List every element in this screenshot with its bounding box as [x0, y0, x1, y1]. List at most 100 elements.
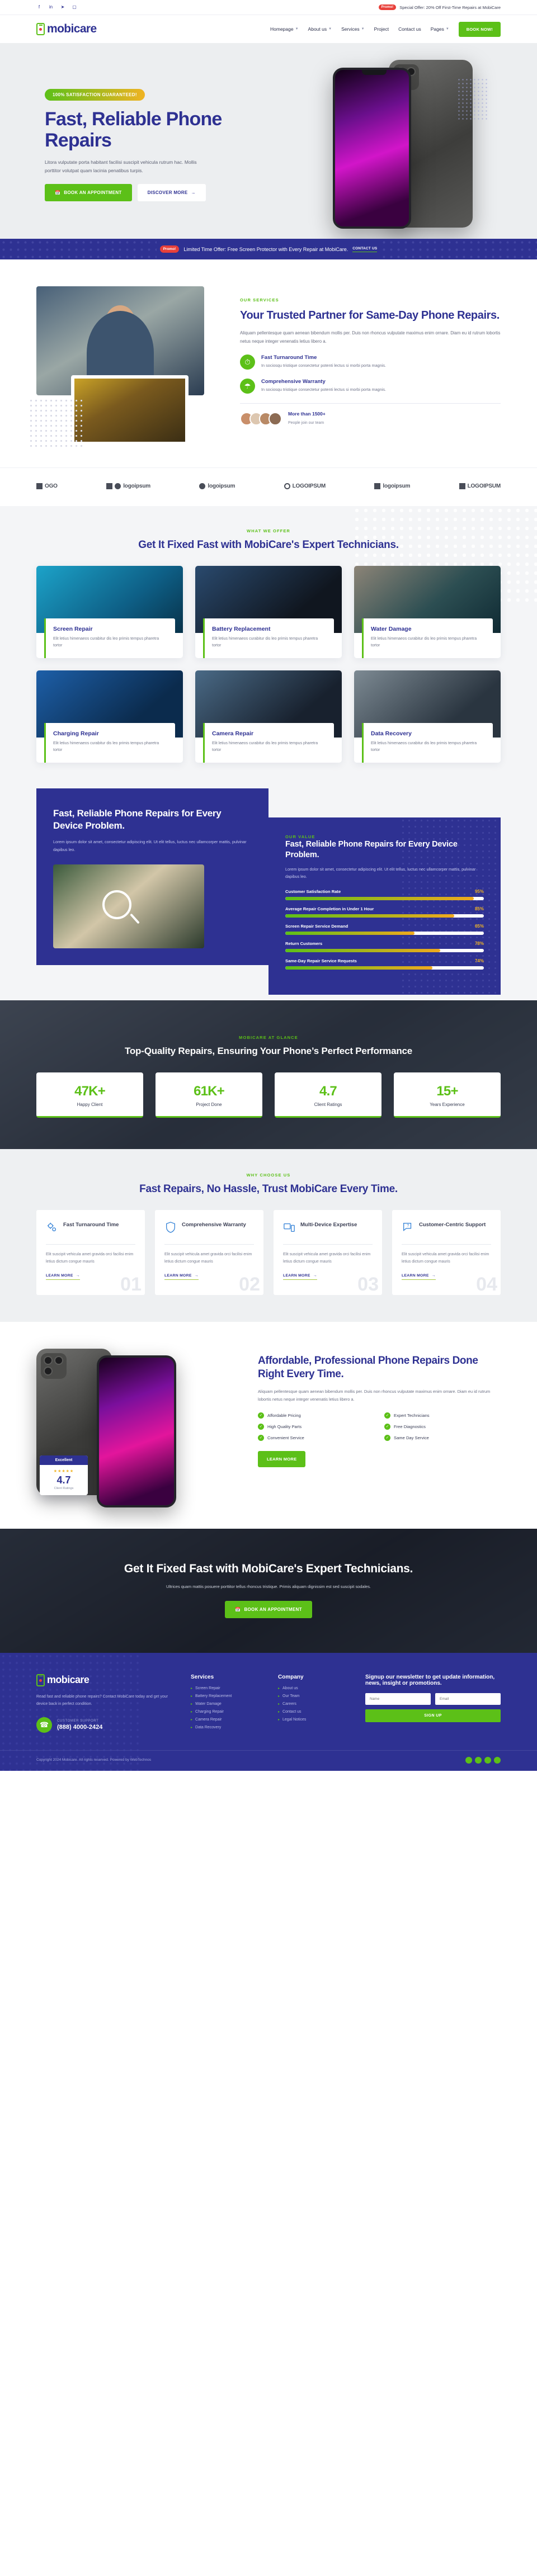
affordable-visual: Excellent ★★★★★ 4.7 Client Ratings [36, 1346, 238, 1507]
about-copy: OUR SERVICES Your Trusted Partner for Sa… [240, 286, 501, 427]
discover-more-button[interactable]: DISCOVER MORE → [137, 183, 206, 201]
decorative-dots [29, 398, 82, 448]
arrow-right-icon: → [191, 190, 196, 195]
twitter-icon[interactable]: ➤ [60, 5, 65, 10]
value-left-panel: Fast, Reliable Phone Repairs for Every D… [36, 788, 268, 966]
learn-more-link[interactable]: LEARN MORE → [283, 1274, 317, 1280]
newsletter-email-input[interactable] [435, 1693, 501, 1705]
rating-value: 4.7 [56, 1474, 71, 1486]
linkedin-icon[interactable] [475, 1756, 482, 1764]
why-title: Fast Repairs, No Hassle, Trust MobiCare … [139, 1183, 398, 1195]
linkedin-icon[interactable]: in [48, 5, 54, 10]
service-card-water-damage[interactable]: Water Damage Elit letius himenaeos curabi… [354, 565, 501, 658]
bar-percent: 74% [474, 958, 484, 964]
newsletter-signup-button[interactable]: SIGN UP [365, 1709, 501, 1722]
footer-brand-column: mobicare Read fast and reliable phone re… [36, 1674, 176, 1733]
footer-logo[interactable]: mobicare [36, 1674, 176, 1686]
nav-label: Contact us [398, 26, 421, 32]
avatar [268, 412, 282, 426]
book-appointment-button[interactable]: 📅 BOOK AN APPOINTMENT [45, 183, 132, 201]
service-text: Elit letius himenaeos curabitur dis leo … [212, 636, 318, 648]
newsletter-name-input[interactable] [365, 1693, 431, 1705]
logo-brand-5: logoipsum [374, 483, 410, 489]
stat-number: 47K+ [74, 1084, 106, 1099]
footer-link-about-us[interactable]: ▸ About us [278, 1686, 351, 1690]
twitter-icon[interactable] [484, 1756, 491, 1764]
footer-link-legal-notices[interactable]: ▸ Legal Notices [278, 1718, 351, 1722]
footer-social-dots [465, 1756, 501, 1764]
why-card-comprehensive-warranty[interactable]: 02 Comprehensive Warranty Elit suscipit … [155, 1209, 263, 1295]
service-card-battery-replacement[interactable]: Battery Replacement Elit letius himenaeos… [195, 565, 342, 658]
affordable-text: Aliquam pellentesque quam aenean bibendu… [258, 1388, 491, 1402]
footer-services-title: Services [191, 1674, 214, 1680]
footer-bottom: Copyright 2024 Mobicare. All rights rese… [0, 1750, 537, 1771]
why-card-multi-device-expertise[interactable]: 03 Multi-Device Expertise Elit suscipit … [274, 1209, 382, 1295]
footer-link-water-damage[interactable]: ▸ Water Damage [191, 1702, 263, 1706]
feature-title: Fast Turnaround Time [261, 355, 317, 361]
promo-contact-us-link[interactable]: CONTACT US [352, 247, 378, 252]
logo-brand-6: LOGOIPSUM [459, 483, 501, 489]
support-phone[interactable]: (888) 4000-2424 [57, 1724, 102, 1731]
book-now-button[interactable]: BOOK NOW! [458, 21, 501, 37]
services-eyebrow: WHAT WE OFFER [247, 528, 290, 533]
learn-more-link[interactable]: LEARN MORE → [164, 1274, 199, 1280]
footer-link-battery-replacement[interactable]: ▸ Battery Replacement [191, 1694, 263, 1698]
service-card-screen-repair[interactable]: Screen Repair Elit letius himenaeos curab… [36, 565, 183, 658]
instagram-icon[interactable] [494, 1756, 501, 1764]
service-card-data-recovery[interactable]: Data Recovery Elit letius himenaeos curab… [354, 670, 501, 763]
service-title: Battery Replacement [212, 625, 271, 632]
bar-percent: 65% [474, 924, 484, 929]
instagram-icon[interactable]: ▢ [72, 5, 77, 10]
chevron-down-icon: ▼ [445, 27, 449, 31]
footer-link-screen-repair[interactable]: ▸ Screen Repair [191, 1686, 263, 1690]
stat-years-experience: 15+ Years Experience [394, 1072, 501, 1118]
checklist-item: ✓ Affordable Pricing [258, 1412, 374, 1419]
stat-project-done: 61K+ Project Done [156, 1072, 262, 1118]
stat-happy-client: 47K+ Happy Client [36, 1072, 143, 1118]
value-photo [53, 864, 204, 949]
nav-item-homepage[interactable]: Homepage ▼ [270, 26, 299, 32]
rating-excellent-label: Excellent [40, 1455, 88, 1465]
footer-link-charging-repair[interactable]: ▸ Charging Repair [191, 1710, 263, 1714]
bullet-icon: ▸ [191, 1726, 193, 1729]
checklist-item: ✓ High Quality Parts [258, 1423, 374, 1430]
footer-link-careers[interactable]: ▸ Careers [278, 1702, 351, 1706]
learn-more-link[interactable]: LEARN MORE → [46, 1274, 80, 1280]
footer-link-camera-repair[interactable]: ▸ Camera Repair [191, 1718, 263, 1722]
value-right-title: Fast, Reliable Phone Repairs for Every D… [285, 840, 458, 859]
facebook-icon[interactable] [465, 1756, 472, 1764]
learn-more-button[interactable]: LEARN MORE [258, 1450, 306, 1467]
why-card-fast-turnaround[interactable]: 01 Fast Turnaround Time Elit suscipit ve… [36, 1209, 145, 1295]
nav-label: About us [308, 26, 327, 32]
service-card-charging-repair[interactable]: Charging Repair Elit letius himenaeos cur… [36, 670, 183, 763]
services-heading: WHAT WE OFFER Get It Fixed Fast with Mob… [0, 528, 537, 552]
facebook-icon[interactable]: f [36, 5, 42, 10]
why-card-customer-centric-support[interactable]: 04 ? Customer-Centric Support Elit susci… [392, 1209, 501, 1295]
why-eyebrow: WHY CHOOSE US [246, 1173, 291, 1178]
service-card-camera-repair[interactable]: Camera Repair Elit letius himenaeos curab… [195, 670, 342, 763]
stat-label: Project Done [196, 1102, 222, 1108]
footer-link-contact-us[interactable]: ▸ Contact us [278, 1710, 351, 1714]
chevron-down-icon: ▼ [295, 27, 299, 31]
nav-item-about-us[interactable]: About us ▼ [308, 26, 332, 32]
nav-item-contact-us[interactable]: Contact us [398, 26, 421, 32]
support-chat-icon: ? [402, 1221, 414, 1236]
footer-logo-text: mobicare [47, 1674, 90, 1686]
footer-link-our-team[interactable]: ▸ Our Team [278, 1694, 351, 1698]
card-number: 04 [476, 1273, 497, 1295]
check-icon: ✓ [258, 1434, 264, 1441]
stats-row: 47K+ Happy Client 61K+ Project Done 4.7 Cli… [36, 1072, 501, 1118]
nav-item-services[interactable]: Services ▼ [341, 26, 365, 32]
why-card-title: Comprehensive Warranty [182, 1221, 246, 1228]
nav-item-project[interactable]: Project [374, 26, 389, 32]
logo[interactable]: mobicare [36, 22, 97, 36]
team-label: People join our team [288, 421, 324, 426]
phone-logo-icon [36, 23, 45, 35]
footer-link-data-recovery[interactable]: ▸ Data Recovery [191, 1726, 263, 1729]
cta-book-appointment-button[interactable]: 📅 BOOK AN APPOINTMENT [225, 1600, 312, 1618]
nav-item-pages[interactable]: Pages ▼ [431, 26, 449, 32]
topbar-offer-text: Special Offer: 20% Off First-Time Repair… [399, 4, 501, 10]
why-choose-us-section: WHY CHOOSE US Fast Repairs, No Hassle, T… [0, 1149, 537, 1322]
learn-more-link[interactable]: LEARN MORE → [402, 1274, 436, 1280]
newsletter-title: Signup our newsletter to get update info… [365, 1674, 495, 1686]
